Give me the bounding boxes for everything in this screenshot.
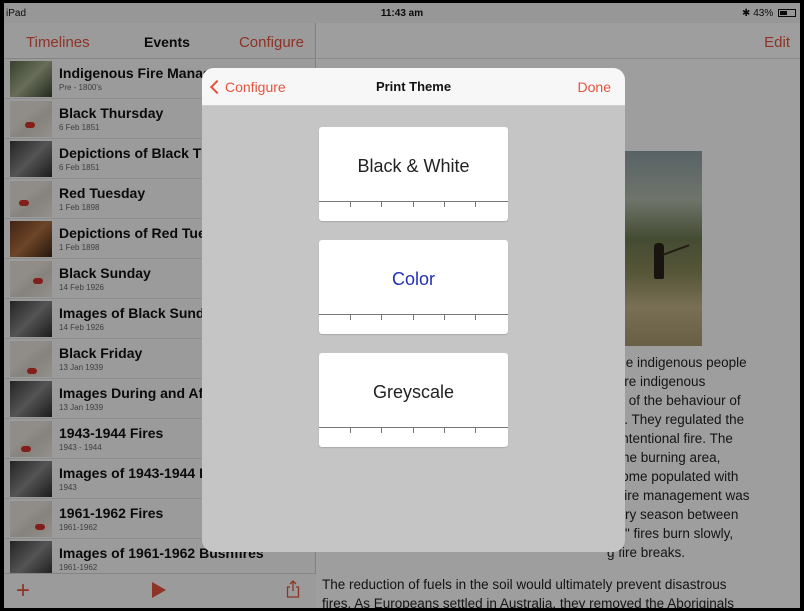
- ruler-tick: [350, 202, 351, 207]
- ruler-tick: [350, 428, 351, 433]
- print-theme-popover: Configure Print Theme Done Black & White…: [202, 68, 625, 552]
- ruler-tick: [413, 315, 414, 320]
- theme-option-black-white[interactable]: Black & White: [319, 127, 508, 221]
- ruler-tick: [381, 428, 382, 433]
- ruler-tick: [475, 428, 476, 433]
- done-button[interactable]: Done: [578, 79, 611, 95]
- ruler-tick: [444, 428, 445, 433]
- popover-title: Print Theme: [375, 79, 452, 94]
- ruler-tick: [381, 315, 382, 320]
- theme-option-label: Color: [391, 269, 435, 289]
- ruler-tick: [444, 202, 445, 207]
- theme-option-greyscale[interactable]: Greyscale: [319, 353, 508, 447]
- theme-option-label: Greyscale: [372, 382, 455, 402]
- ruler-tick: [381, 202, 382, 207]
- theme-option-color[interactable]: Color: [319, 240, 508, 334]
- ruler-tick: [444, 315, 445, 320]
- ipad-screen: iPad 11:43 am ✱ 43% Timelines Events Con…: [4, 3, 800, 608]
- ruler-tick: [475, 315, 476, 320]
- ruler-tick: [413, 428, 414, 433]
- ruler-tick: [413, 202, 414, 207]
- theme-option-label: Black & White: [357, 156, 470, 176]
- ruler-tick: [475, 202, 476, 207]
- popover-nav-bar: Configure Print Theme Done: [202, 68, 625, 106]
- ruler-tick: [350, 315, 351, 320]
